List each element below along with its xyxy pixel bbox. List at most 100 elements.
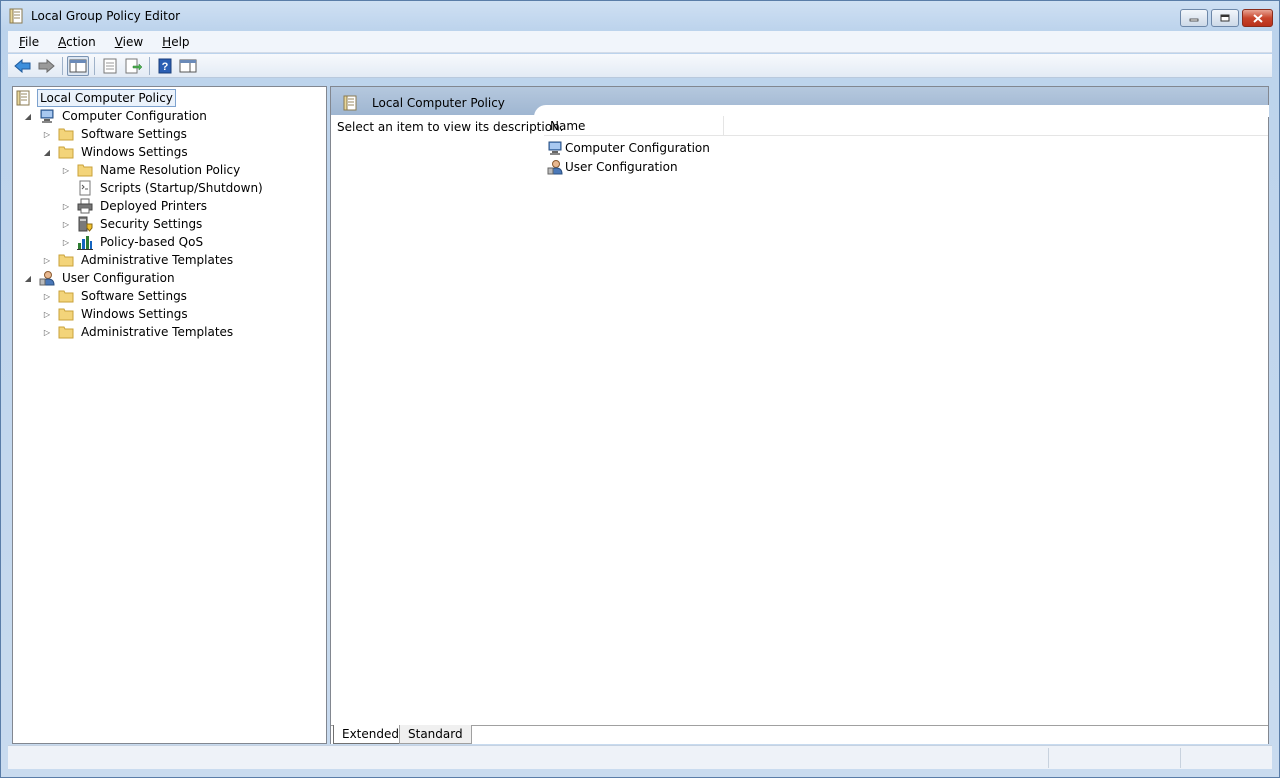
window-title: Local Group Policy Editor — [31, 9, 181, 23]
tree-item-local-computer-policy[interactable]: Local Computer Policy — [16, 89, 176, 107]
title-bar[interactable]: Local Group Policy Editor — [1, 1, 1279, 31]
policy-document-icon — [9, 8, 23, 24]
show-hide-action-pane-button[interactable] — [177, 56, 199, 76]
tree-item-label: Scripts (Startup/Shutdown) — [100, 181, 263, 195]
properties-button[interactable] — [99, 56, 121, 76]
user-icon — [39, 271, 55, 286]
tree-item-user-software-settings[interactable]: ▷ Software Settings — [42, 287, 189, 305]
view-tabs: Extended Standard — [331, 725, 1268, 744]
details-header-title: Local Computer Policy — [372, 96, 505, 110]
expand-arrow-icon[interactable]: ▷ — [42, 255, 52, 265]
show-hide-console-tree-icon — [69, 59, 87, 72]
tree-item-label: Administrative Templates — [81, 325, 234, 339]
tree-item-software-settings[interactable]: ▷ Software Settings — [42, 125, 189, 143]
expand-arrow-icon[interactable]: ▷ — [61, 165, 71, 175]
maximize-button[interactable] — [1211, 9, 1239, 27]
expand-arrow-icon[interactable]: ▷ — [42, 327, 52, 337]
minimize-icon — [1189, 18, 1199, 22]
console-tree[interactable]: Local Computer Policy ◢ Computer Configu… — [12, 86, 327, 744]
tree-item-user-configuration[interactable]: ◢ User Configuration — [23, 269, 177, 287]
policy-document-icon — [16, 90, 30, 106]
tree-item-windows-settings[interactable]: ◢ Windows Settings — [42, 143, 190, 161]
tree-item-label: Local Computer Policy — [37, 89, 176, 107]
menu-help[interactable]: Help — [151, 35, 197, 49]
tree-item-user-administrative-templates[interactable]: ▷ Administrative Templates — [42, 323, 235, 341]
menu-help-label: elp — [171, 34, 190, 49]
computer-icon — [40, 109, 54, 123]
tree-item-deployed-printers[interactable]: ▷ Deployed Printers — [61, 197, 209, 215]
expand-arrow-icon[interactable]: ▷ — [61, 201, 71, 211]
tree-item-user-windows-settings[interactable]: ▷ Windows Settings — [42, 305, 190, 323]
minimize-button[interactable] — [1180, 9, 1208, 27]
printer-icon — [77, 198, 93, 214]
tree-item-label: Deployed Printers — [100, 199, 208, 213]
show-hide-action-pane-icon — [179, 59, 197, 72]
column-header-name[interactable]: Name — [544, 115, 724, 136]
list-item-computer-configuration[interactable]: Computer Configuration — [547, 139, 710, 157]
collapse-arrow-icon[interactable]: ◢ — [23, 273, 33, 283]
toolbar: ? — [8, 54, 1272, 78]
list-item-user-configuration[interactable]: User Configuration — [547, 158, 678, 176]
back-button[interactable] — [12, 56, 34, 76]
tree-item-scripts[interactable]: Scripts (Startup/Shutdown) — [77, 179, 265, 197]
tab-standard[interactable]: Standard — [399, 725, 472, 744]
list-item-label: Computer Configuration — [565, 141, 710, 155]
tree-item-administrative-templates[interactable]: ▷ Administrative Templates — [42, 251, 235, 269]
expand-arrow-icon[interactable]: ▷ — [61, 237, 71, 247]
tab-standard-label: Standard — [408, 727, 463, 741]
expand-arrow-icon[interactable]: ▷ — [42, 309, 52, 319]
expand-arrow-icon[interactable]: ▷ — [42, 129, 52, 139]
folder-icon — [58, 254, 74, 267]
tree-item-label: Software Settings — [81, 289, 187, 303]
tree-item-label: Policy-based QoS — [100, 235, 204, 249]
expand-arrow-icon[interactable]: ▷ — [42, 291, 52, 301]
back-arrow-icon — [14, 58, 31, 73]
list-item-label: User Configuration — [565, 160, 678, 174]
tree-item-label: User Configuration — [62, 271, 175, 285]
tree-item-security-settings[interactable]: ▷ Security Settings — [61, 215, 204, 233]
menu-action-accel: A — [58, 34, 67, 49]
tree-item-label: Windows Settings — [81, 307, 188, 321]
menu-file-label: ile — [25, 34, 40, 49]
tab-extended[interactable]: Extended — [333, 725, 408, 744]
tree-item-policy-based-qos[interactable]: ▷ Policy-based QoS — [61, 233, 205, 251]
menu-help-accel: H — [162, 34, 172, 49]
help-button[interactable]: ? — [154, 56, 176, 76]
export-list-icon — [125, 58, 142, 73]
description-text: Select an item to view its description. — [337, 120, 564, 134]
details-header: Local Computer Policy — [331, 87, 1269, 117]
svg-text:?: ? — [162, 61, 169, 73]
folder-icon — [58, 326, 74, 339]
tree-item-computer-configuration[interactable]: ◢ Computer Configuration — [23, 107, 209, 125]
details-pane: Local Computer Policy Select an item to … — [330, 86, 1269, 744]
expand-arrow-icon[interactable]: ▷ — [61, 219, 71, 229]
tree-item-label: Administrative Templates — [81, 253, 234, 267]
tree-item-label: Software Settings — [81, 127, 187, 141]
tree-item-name-resolution-policy[interactable]: ▷ Name Resolution Policy — [61, 161, 242, 179]
maximize-icon — [1220, 14, 1230, 22]
folder-icon — [58, 128, 74, 141]
toolbar-separator — [62, 56, 63, 75]
collapse-arrow-icon[interactable]: ◢ — [23, 111, 33, 121]
menu-view-label: iew — [122, 34, 144, 49]
forward-button[interactable] — [35, 56, 57, 76]
status-bar — [8, 745, 1272, 769]
script-document-icon — [79, 180, 91, 196]
toolbar-separator — [94, 56, 95, 75]
export-list-button[interactable] — [122, 56, 144, 76]
close-button[interactable] — [1242, 9, 1273, 27]
menu-action[interactable]: Action — [47, 35, 104, 49]
menu-view[interactable]: View — [104, 35, 151, 49]
collapse-arrow-icon[interactable]: ◢ — [42, 147, 52, 157]
tree-item-label: Computer Configuration — [62, 109, 207, 123]
folder-icon — [58, 308, 74, 321]
forward-arrow-icon — [38, 58, 55, 73]
app-window: Local Group Policy Editor File Action Vi… — [0, 0, 1280, 778]
menu-file[interactable]: File — [8, 35, 47, 49]
user-icon — [547, 160, 563, 175]
show-hide-console-tree-button[interactable] — [67, 55, 89, 76]
tree-item-label: Windows Settings — [81, 145, 188, 159]
tree-item-label: Name Resolution Policy — [100, 163, 241, 177]
help-icon: ? — [158, 58, 172, 73]
folder-icon — [58, 146, 74, 159]
